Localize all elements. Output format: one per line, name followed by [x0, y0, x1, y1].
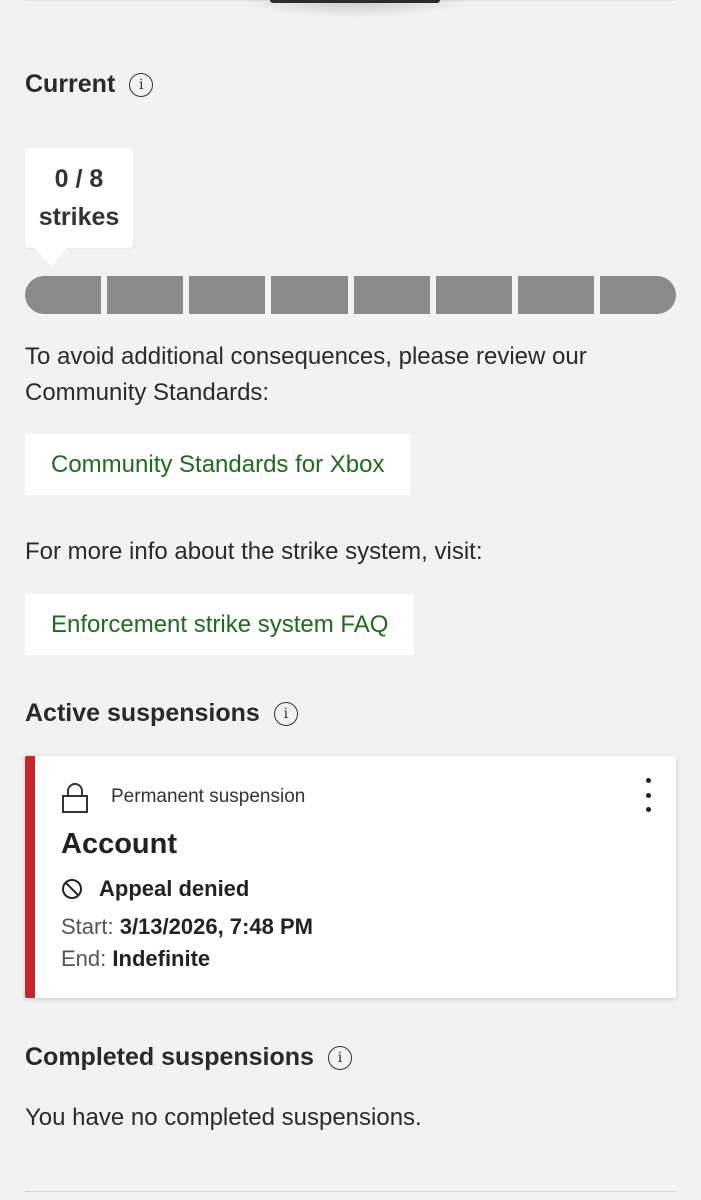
active-suspensions-heading: Active suspensions i [25, 699, 298, 728]
scroll-handle [240, 0, 470, 18]
appeal-status-text: Appeal denied [99, 876, 250, 901]
suspension-card: Permanent suspension Account Appeal deni… [25, 756, 676, 998]
start-label: Start: [61, 914, 114, 939]
current-title: Current [25, 70, 116, 98]
no-completed-text: You have no completed suspensions. [25, 1104, 422, 1131]
completed-suspensions-heading: Completed suspensions i [25, 1043, 352, 1072]
strike-progress-bar [25, 276, 676, 314]
strike-count-bubble: 0 / 8 strikes [25, 148, 133, 266]
strike-segment [107, 276, 184, 314]
blocked-icon [62, 879, 82, 899]
more-options-icon[interactable] [638, 778, 658, 812]
start-row: Start: 3/13/2026, 7:48 PM [61, 914, 313, 940]
review-text: To avoid additional consequences, please… [25, 343, 587, 406]
community-standards-link[interactable]: Community Standards for Xbox [25, 434, 411, 495]
active-suspensions-title: Active suspensions [25, 699, 260, 727]
strike-faq-link[interactable]: Enforcement strike system FAQ [25, 594, 415, 655]
strike-segment [271, 276, 348, 314]
appeal-status: Appeal denied [61, 876, 249, 902]
info-icon[interactable]: i [273, 701, 298, 726]
strike-segment [599, 276, 676, 314]
strike-segment [435, 276, 512, 314]
faq-text: For more info about the strike system, v… [25, 538, 483, 565]
info-icon[interactable]: i [327, 1045, 352, 1070]
end-row: End: Indefinite [61, 946, 210, 972]
divider [25, 1191, 676, 1192]
current-heading: Current i [25, 70, 154, 99]
page: Current i 0 / 8 strikes To avoid additio… [0, 0, 701, 1200]
lock-icon [62, 783, 88, 813]
start-value: 3/13/2026, 7:48 PM [119, 914, 313, 939]
info-icon[interactable]: i [129, 72, 154, 97]
strike-segment [25, 276, 102, 314]
strike-segment [189, 276, 266, 314]
strike-segment [353, 276, 430, 314]
suspension-type: Permanent suspension [111, 786, 306, 807]
end-value: Indefinite [112, 946, 211, 971]
suspension-target: Account [61, 828, 177, 860]
strike-count: 0 / 8 [54, 165, 104, 193]
end-label: End: [61, 946, 107, 971]
strike-label: strikes [38, 203, 120, 231]
completed-suspensions-title: Completed suspensions [25, 1043, 314, 1071]
strike-segment [517, 276, 594, 314]
